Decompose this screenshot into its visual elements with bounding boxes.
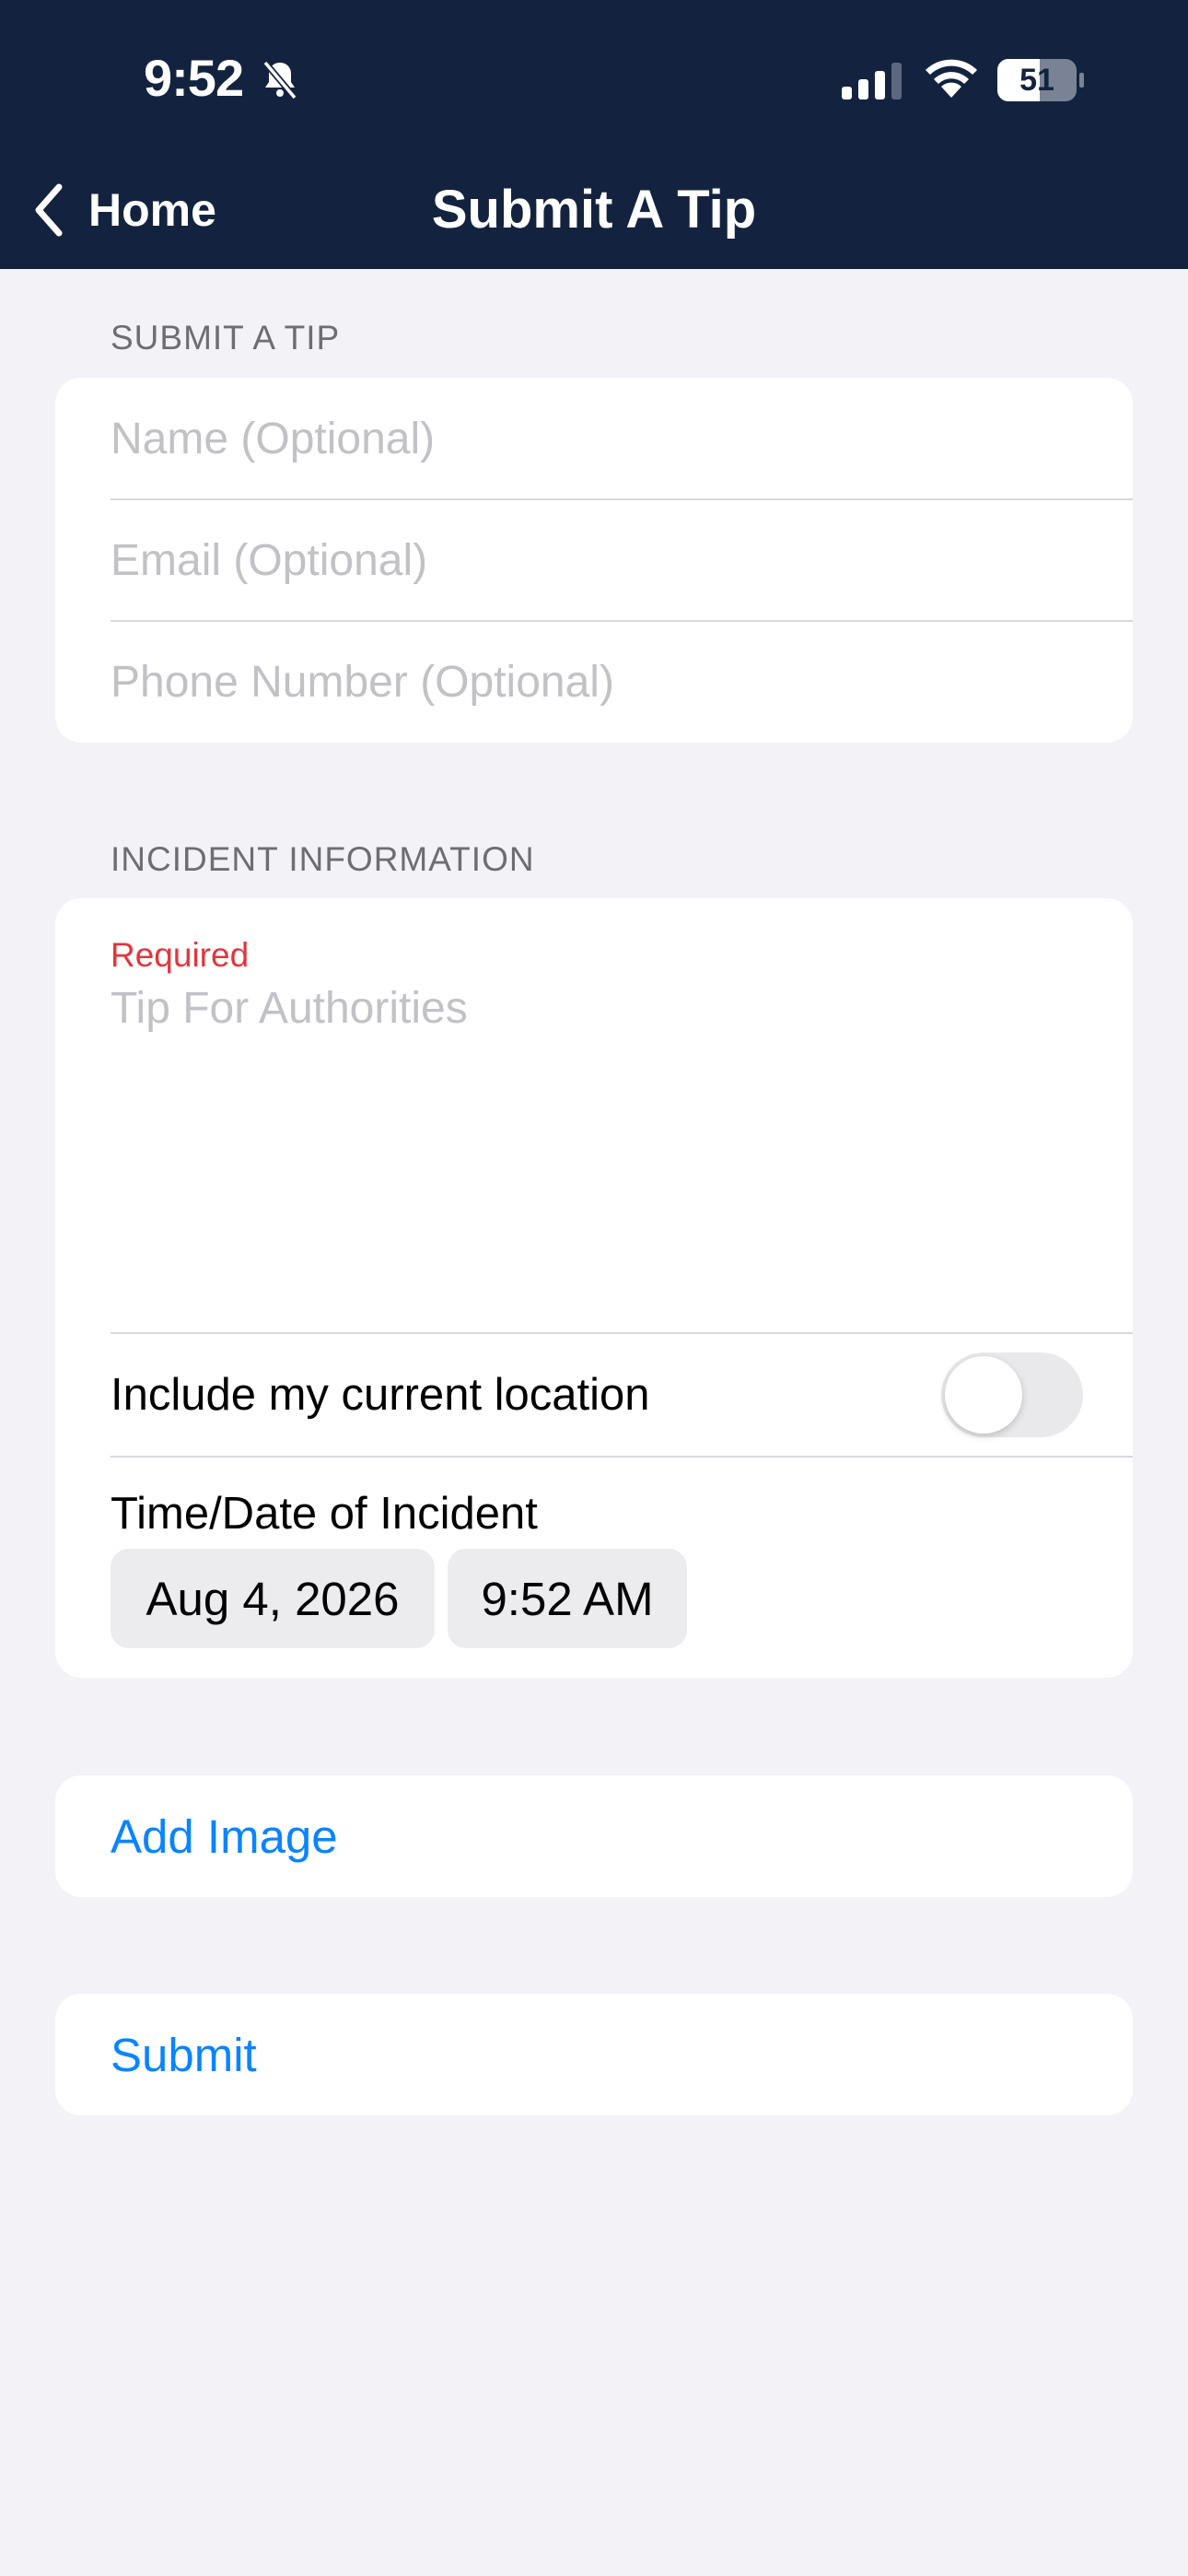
navigation-header: 9:52 51 Home Submit A Tip	[0, 0, 1188, 269]
toggle-knob	[945, 1356, 1022, 1434]
divider	[111, 1456, 1133, 1458]
status-time: 9:52	[144, 49, 244, 107]
datetime-pickers: Aug 4, 2026 9:52 AM	[111, 1549, 755, 1648]
page-title: Submit A Tip	[431, 180, 757, 240]
datetime-label: Time/Date of Incident	[111, 1489, 538, 1539]
email-field[interactable]: Email (Optional)	[111, 499, 1133, 621]
name-field[interactable]: Name (Optional)	[111, 378, 1133, 499]
add-image-row: Add Image	[111, 1775, 1133, 1897]
submit-row: Submit	[111, 1994, 1133, 2115]
contact-info-card: Name (Optional) Email (Optional) Phone N…	[55, 378, 1133, 743]
submit-label: Submit	[111, 2028, 257, 2081]
battery-indicator: 51	[997, 59, 1086, 106]
tip-placeholder: Tip For Authorities	[111, 984, 468, 1033]
date-picker[interactable]: Aug 4, 2026	[111, 1549, 435, 1648]
phone-placeholder: Phone Number (Optional)	[111, 657, 614, 707]
time-picker[interactable]: 9:52 AM	[448, 1549, 687, 1648]
phone-field[interactable]: Phone Number (Optional)	[111, 621, 1133, 743]
name-placeholder: Name (Optional)	[111, 414, 436, 463]
section-header-incident-information: INCIDENT INFORMATION	[111, 840, 535, 878]
battery-percentage: 51	[1019, 63, 1054, 98]
silent-bell-icon	[262, 60, 297, 100]
add-image-label: Add Image	[111, 1809, 338, 1863]
tip-textarea[interactable]: Tip For Authorities	[111, 983, 1096, 1306]
location-toggle[interactable]	[941, 1352, 1083, 1437]
section-header-submit-a-tip: SUBMIT A TIP	[111, 319, 341, 357]
location-label: Include my current location	[111, 1370, 650, 1420]
wifi-icon	[926, 59, 977, 98]
required-label: Required	[111, 936, 250, 974]
cellular-signal-icon	[842, 63, 902, 100]
add-image-button[interactable]: Add Image	[55, 1775, 1133, 1897]
incident-info-card: Required Tip For Authorities Include my …	[55, 898, 1133, 1678]
email-placeholder: Email (Optional)	[111, 535, 428, 585]
submit-button[interactable]: Submit	[55, 1994, 1133, 2115]
